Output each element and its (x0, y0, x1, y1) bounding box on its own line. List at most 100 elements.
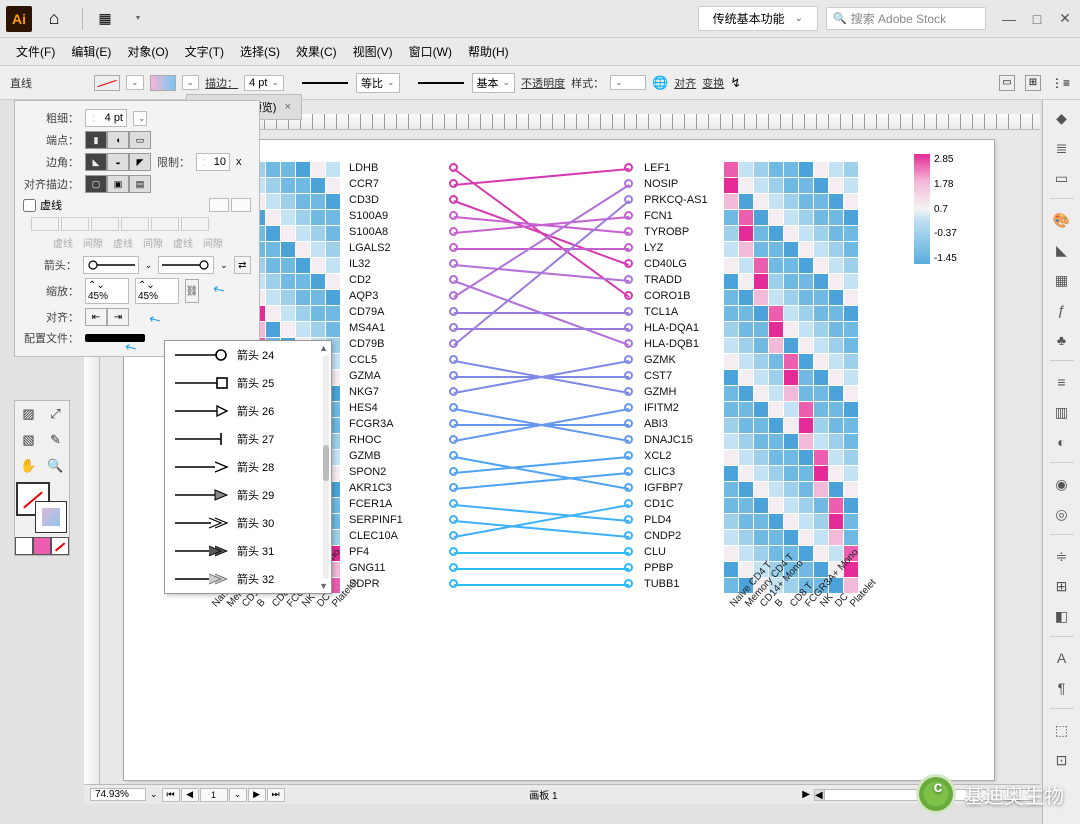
arrow-end-dropdown[interactable] (158, 256, 214, 274)
align-arrow-segment[interactable]: ⇤ ⇥ (85, 308, 129, 326)
appearance-panel-icon[interactable]: ◉ (1050, 472, 1074, 496)
maximize-button[interactable]: □ (1028, 10, 1046, 28)
cap-projecting-icon[interactable]: ▭ (129, 131, 151, 149)
menu-window[interactable]: 窗口(W) (403, 39, 458, 64)
arrange-docs-dropdown[interactable] (123, 5, 151, 33)
artboard-number[interactable]: 1 (200, 788, 228, 802)
fill-stroke-swatches[interactable] (15, 481, 69, 535)
arrowhead-option[interactable]: 箭头 32 (165, 565, 331, 593)
link-scale-button[interactable]: ⛓ (185, 279, 199, 303)
cap-round-icon[interactable]: ◖ (107, 131, 129, 149)
align-stroke-segment[interactable]: ▢ ▣ ▤ (85, 175, 151, 193)
brush-preview[interactable] (302, 82, 348, 84)
minimize-button[interactable]: — (1000, 10, 1018, 28)
swatches-panel-icon[interactable]: ▦ (1050, 268, 1074, 292)
profile-dropdown[interactable]: 基本 (472, 73, 516, 93)
opacity-label[interactable]: 不透明度 (521, 75, 565, 91)
menu-select[interactable]: 选择(S) (234, 39, 286, 64)
layers-panel-icon[interactable]: ≣ (1050, 136, 1074, 160)
character-panel-icon[interactable]: A (1050, 646, 1074, 670)
paragraph-panel-icon[interactable]: ¶ (1050, 676, 1074, 700)
color-guide-icon[interactable]: ◣ (1050, 238, 1074, 262)
close-button[interactable]: ✕ (1056, 10, 1074, 28)
menu-edit[interactable]: 编辑(E) (65, 39, 117, 64)
style-dropdown[interactable] (610, 75, 646, 90)
menu-type[interactable]: 文字(T) (179, 39, 230, 64)
asset-export-icon[interactable]: ⬚ (1050, 718, 1074, 742)
tool-zoom[interactable]: 🔍 (42, 453, 69, 479)
workspace-switcher[interactable]: 传统基本功能 (698, 6, 818, 31)
tool-gradient[interactable]: ▧ (15, 427, 42, 453)
scale-end-input[interactable]: ⌃⌄ 45% (135, 278, 179, 304)
menu-effect[interactable]: 效果(C) (290, 39, 343, 64)
dash-pattern-inputs[interactable] (209, 198, 251, 212)
dropdown-scrollbar[interactable] (323, 355, 329, 579)
stroke-label[interactable]: 描边： (205, 75, 238, 91)
brushes-panel-icon[interactable]: ƒ (1050, 298, 1074, 322)
arrowhead-option[interactable]: 箭头 28 (165, 453, 331, 481)
menu-help[interactable]: 帮助(H) (462, 39, 515, 64)
menu-object[interactable]: 对象(O) (121, 39, 174, 64)
zoom-input[interactable]: 74.93% (90, 788, 146, 801)
arrowhead-option[interactable]: 箭头 26 (165, 397, 331, 425)
transform-link[interactable]: 变换 (702, 75, 724, 91)
menu-view[interactable]: 视图(V) (347, 39, 399, 64)
menu-file[interactable]: 文件(F) (10, 39, 61, 64)
stroke-dropdown[interactable] (182, 75, 200, 90)
tool-hand[interactable]: ✋ (15, 453, 42, 479)
scale-start-input[interactable]: ⌃⌄ 45% (85, 278, 129, 304)
arrowhead-option[interactable]: 箭头 24 (165, 341, 331, 369)
dashed-checkbox[interactable]: 虚线 (23, 197, 62, 213)
arrowhead-option[interactable]: 箭头 29 (165, 481, 331, 509)
properties-panel-icon[interactable]: ◆ (1050, 106, 1074, 130)
brush-ratio-dropdown[interactable]: 等比 (356, 73, 400, 93)
stroke-weight-input[interactable]: 4 pt (244, 75, 284, 91)
tool-free-transform[interactable]: ⤢ (42, 401, 69, 427)
arrowhead-dropdown-list[interactable]: ▲ 箭头 24箭头 25箭头 26箭头 27箭头 28箭头 29箭头 30箭头 … (164, 340, 332, 594)
align-stroke-center-icon[interactable]: ▢ (85, 175, 107, 193)
align-link[interactable]: 对齐 (674, 75, 696, 91)
scroll-down-icon[interactable]: ▼ (319, 581, 328, 591)
stroke-weight-stepper[interactable]: 4 pt (85, 109, 127, 127)
isolate-icon[interactable]: ↯ (730, 75, 741, 91)
gradient-panel-icon[interactable]: ▥ (1050, 400, 1074, 424)
artboard-nav[interactable]: ⏮ ◀ 1 ⌄ ▶ ⏭ (162, 788, 285, 802)
scroll-up-icon[interactable]: ▲ (319, 343, 328, 353)
libraries-panel-icon[interactable]: ⊡ (1050, 748, 1074, 772)
stroke-panel-icon[interactable]: ≡ (1050, 370, 1074, 394)
tool-slice[interactable]: ▨ (15, 401, 42, 427)
home-button[interactable]: ⌂ (40, 5, 68, 33)
corner-bevel-icon[interactable]: ◤ (129, 153, 151, 171)
fill-dropdown[interactable] (126, 75, 144, 90)
fill-swatch[interactable] (94, 75, 120, 91)
stroke-weight-dd[interactable] (133, 111, 147, 126)
next-artboard-button[interactable]: ▶ (248, 788, 266, 802)
transform-panel-icon[interactable]: ⊞ (1050, 574, 1074, 598)
color-panel-icon[interactable]: 🎨 (1050, 208, 1074, 232)
toolbar-overflow[interactable]: ⋮≡ (1051, 76, 1070, 90)
transparency-panel-icon[interactable]: ◐ (1050, 430, 1074, 454)
layout-icon-2[interactable]: ⊞ (1025, 75, 1041, 91)
profile-preview[interactable] (418, 82, 464, 84)
artboard-dd[interactable]: ⌄ (229, 788, 247, 802)
align-arrow-2-icon[interactable]: ⇥ (107, 308, 129, 326)
align-panel-icon[interactable]: ≑ (1050, 544, 1074, 568)
symbols-panel-icon[interactable]: ♣ (1050, 328, 1074, 352)
recolor-icon[interactable]: 🌐 (652, 75, 668, 91)
tool-eyedropper[interactable]: ✎ (42, 427, 69, 453)
cap-segment[interactable]: ▮ ◖ ▭ (85, 131, 151, 149)
stroke-swatch[interactable] (150, 75, 176, 91)
prev-artboard-button[interactable]: ◀ (181, 788, 199, 802)
color-mode-swatches[interactable] (15, 537, 69, 555)
document-tab-close[interactable]: × (284, 101, 290, 113)
cap-butt-icon[interactable]: ▮ (85, 131, 107, 149)
limit-input[interactable]: 10 (196, 153, 230, 171)
graphic-styles-icon[interactable]: ◎ (1050, 502, 1074, 526)
first-artboard-button[interactable]: ⏮ (162, 788, 180, 802)
arrange-docs-button[interactable]: ▦ (91, 5, 119, 33)
arrowhead-option[interactable]: 箭头 31 (165, 537, 331, 565)
corner-miter-icon[interactable]: ◣ (85, 153, 107, 171)
arrowhead-option[interactable]: 箭头 27 (165, 425, 331, 453)
pathfinder-panel-icon[interactable]: ◧ (1050, 604, 1074, 628)
align-stroke-outside-icon[interactable]: ▤ (129, 175, 151, 193)
